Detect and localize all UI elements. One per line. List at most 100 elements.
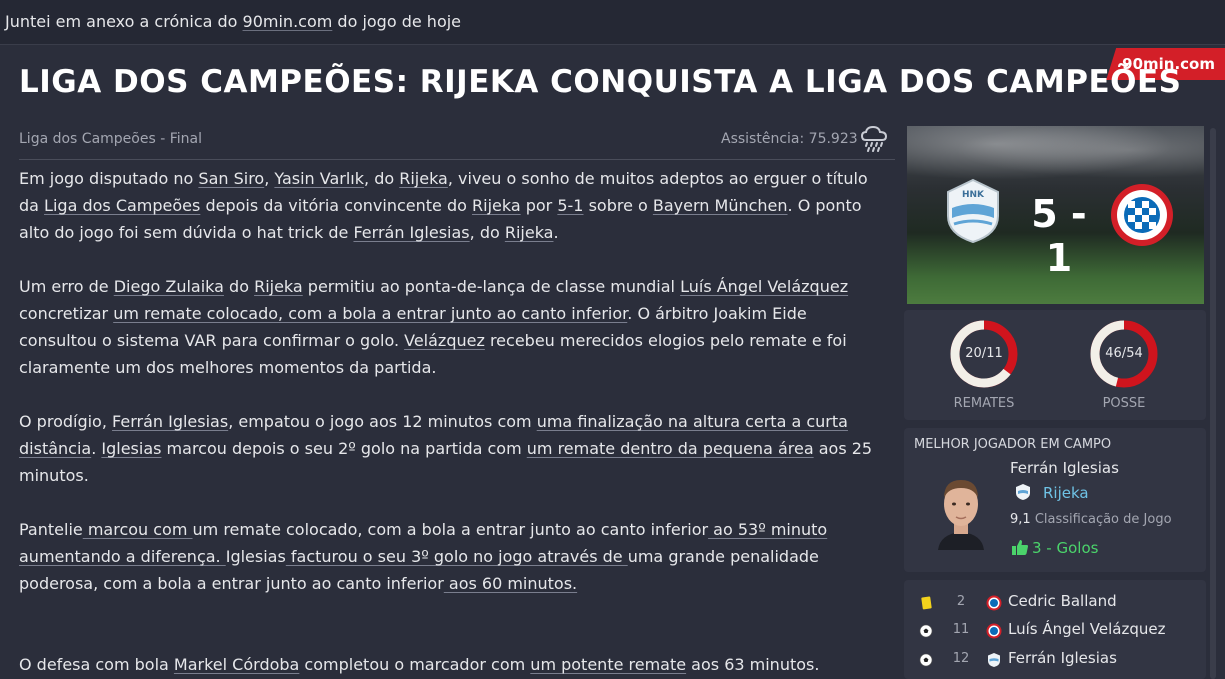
article-text: depois da vitória convincente do [200, 196, 472, 215]
event-player-name[interactable]: Cedric Balland [1008, 592, 1117, 610]
bayern-crest-icon[interactable] [1110, 183, 1174, 247]
article-link[interactable]: Diego Zulaika [114, 277, 224, 296]
match-events-card: 2 Cedric Balland 11 Luís Ángel Velázquez… [904, 580, 1206, 679]
article-paragraph-2: Um erro de Diego Zulaika do Rijeka permi… [19, 273, 889, 381]
article-link[interactable]: Iglesias [101, 439, 161, 458]
event-row[interactable]: 2 Cedric Balland [904, 590, 1206, 616]
competition-label[interactable]: Liga dos Campeões - Final [19, 131, 202, 147]
article-text: concretizar [19, 304, 114, 323]
article-link[interactable]: Ferrán Iglesias [112, 412, 228, 431]
attendance-label: Assistência: 75.923 [721, 131, 858, 147]
article-text: O prodígio, [19, 412, 113, 431]
potm-goals-text: 3 - Golos [1032, 539, 1099, 557]
rain-cloud-icon [860, 125, 888, 152]
match-stats-card: 20/11 REMATES 46/54 POSSE [904, 310, 1206, 420]
header-divider [19, 159, 895, 160]
article-paragraph-3: O prodígio, Ferrán Iglesias, empatou o j… [19, 408, 889, 489]
message-prefix: Juntei em anexo a crónica do [5, 12, 243, 31]
rijeka-crest-icon[interactable]: HNK [944, 178, 1002, 244]
potm-title: MELHOR JOGADOR EM CAMPO [914, 437, 1112, 452]
article-link[interactable]: Rijeka [254, 277, 303, 296]
event-player-name[interactable]: Luís Ángel Velázquez [1008, 620, 1166, 638]
article-text: Em jogo disputado no [19, 169, 199, 188]
event-minute: 12 [952, 651, 970, 666]
article-text: sobre o [583, 196, 653, 215]
potm-player-name[interactable]: Ferrán Iglesias [1010, 459, 1119, 477]
article-link[interactable]: um potente remate [530, 655, 686, 674]
yellow-card-icon [921, 596, 932, 610]
potm-rating: 9,1 Classificação de Jogo [1010, 512, 1172, 527]
possession-value: 46/54 [1105, 346, 1143, 361]
shots-value: 20/11 [965, 346, 1003, 361]
rijeka-crest-icon [1016, 484, 1030, 500]
article-text: permitiu ao ponta-de-lança de classe mun… [302, 277, 681, 296]
bayern-crest-icon [986, 623, 1002, 639]
article-link[interactable]: aos 60 minutos. [444, 574, 577, 593]
ball-icon [919, 624, 933, 638]
article-text: um remate colocado, com a bola a entrar … [192, 520, 709, 539]
message-suffix: do jogo de hoje [332, 12, 462, 31]
event-minute: 2 [956, 594, 966, 609]
article-link[interactable]: 5-1 [557, 196, 583, 215]
article-link[interactable]: Rijeka [399, 169, 448, 188]
article-link[interactable]: San Siro [198, 169, 264, 188]
article-link[interactable]: facturou o seu 3º golo no jogo através d… [286, 547, 628, 566]
article-link[interactable]: Bayern München [653, 196, 788, 215]
event-row[interactable]: 12 Ferrán Iglesias [904, 647, 1206, 673]
ball-icon [919, 653, 933, 667]
article-link[interactable]: marcou com [83, 520, 193, 539]
article-text: . [91, 439, 102, 458]
event-row[interactable]: 11 Luís Ángel Velázquez [904, 618, 1206, 644]
article-text: aos 63 minutos. [686, 655, 820, 674]
event-player-name[interactable]: Ferrán Iglesias [1008, 649, 1117, 667]
headline: LIGA DOS CAMPEÕES: RIJEKA CONQUISTA A LI… [19, 64, 1182, 100]
article-link[interactable]: Rijeka [505, 223, 554, 242]
article-paragraph-5: O defesa com bola Markel Córdoba complet… [19, 651, 889, 678]
source-link[interactable]: 90min.com [243, 12, 333, 31]
article-paragraph-1: Em jogo disputado no San Siro, Yasin Var… [19, 165, 889, 246]
article-text: do [223, 277, 255, 296]
player-of-match-card: MELHOR JOGADOR EM CAMPO Ferrán Iglesias … [904, 428, 1206, 572]
scrollbar[interactable] [1210, 128, 1216, 679]
article-link[interactable]: um remate colocado, com a bola a entrar … [113, 304, 627, 323]
possession-label: POSSE [1102, 396, 1146, 411]
scoreboard: HNK 5 - 1 [907, 126, 1204, 304]
article-link[interactable]: Yasin Varlık [274, 169, 364, 188]
article-text: . [553, 223, 559, 242]
article-text: , [264, 169, 275, 188]
article-body: Em jogo disputado no San Siro, Yasin Var… [19, 165, 889, 679]
message-text: Juntei em anexo a crónica do 90min.com d… [5, 12, 461, 31]
potm-club-link[interactable]: Rijeka [1043, 484, 1089, 502]
article-text: Iglesias [225, 547, 286, 566]
article-link[interactable]: um remate dentro da pequena área [527, 439, 814, 458]
article-link[interactable]: Velázquez [404, 331, 485, 350]
article-paragraph-4: Pantelie marcou com um remate colocado, … [19, 516, 889, 597]
article-text: marcou depois o seu 2º golo na partida c… [161, 439, 527, 458]
final-score: 5 - 1 [1031, 192, 1087, 280]
article-link[interactable]: Ferrán Iglesias [353, 223, 469, 242]
article-link[interactable]: Markel Córdoba [174, 655, 299, 674]
message-bar: Juntei em anexo a crónica do 90min.com d… [0, 0, 1225, 44]
article-link[interactable]: Liga dos Campeões [44, 196, 200, 215]
potm-goals: 3 - Golos [1012, 539, 1098, 557]
article-text: , do [364, 169, 400, 188]
event-minute: 11 [952, 622, 970, 637]
stadium-lights [907, 126, 1204, 186]
article-text: Pantelie [19, 520, 83, 539]
article-text: completou o marcador com [299, 655, 531, 674]
article-text: O defesa com bola [19, 655, 174, 674]
article-link[interactable]: Luís Ángel Velázquez [680, 277, 848, 296]
player-face-icon[interactable] [932, 472, 990, 550]
bayern-crest-icon [986, 595, 1002, 611]
thumbs-up-icon [1012, 540, 1028, 555]
rijeka-crest-icon [988, 653, 1000, 667]
potm-rating-label: Classificação de Jogo [1034, 512, 1172, 527]
svg-text:HNK: HNK [962, 190, 985, 200]
article-text: Um erro de [19, 277, 114, 296]
article-text: por [520, 196, 558, 215]
article-text: , do [469, 223, 505, 242]
shots-label: REMATES [953, 396, 1015, 411]
article-link[interactable]: Rijeka [472, 196, 521, 215]
potm-rating-value: 9,1 [1010, 512, 1031, 527]
article-text: , empatou o jogo aos 12 minutos com [228, 412, 537, 431]
